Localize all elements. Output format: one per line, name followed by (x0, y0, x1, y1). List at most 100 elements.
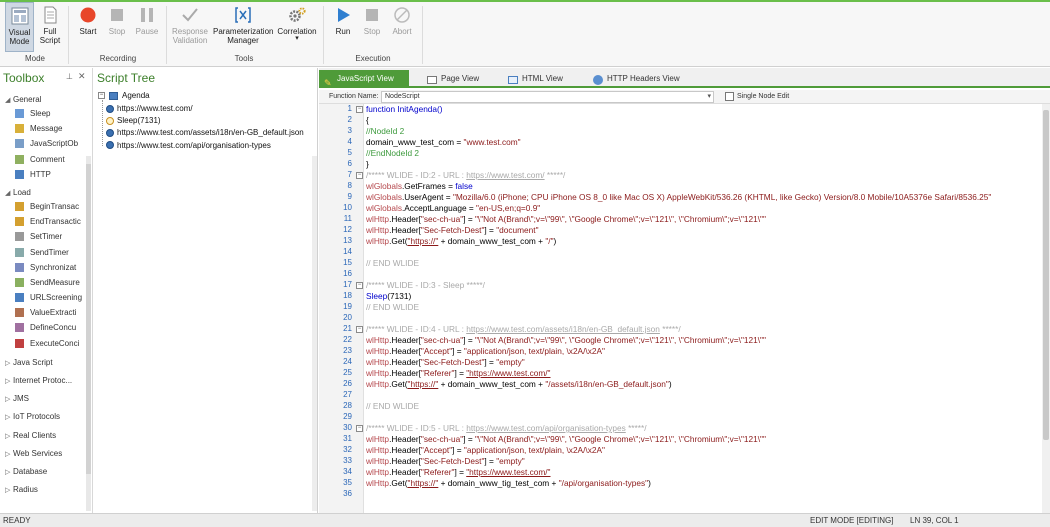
line-number: 21 (343, 324, 352, 333)
toolbox-item-icon (15, 109, 24, 118)
line-number: 30 (343, 423, 352, 432)
app-window: Visual Mode Full Script Mode Start Stop … (0, 0, 1050, 527)
tab-http-headers-view[interactable]: HTTP Headers View (591, 70, 691, 88)
toolbox-section[interactable]: ▷ Real Clients (0, 428, 92, 446)
visual-mode-label: Visual Mode (8, 28, 31, 46)
full-script-button[interactable]: Full Script (36, 2, 64, 52)
line-number: 17 (343, 280, 352, 289)
group-divider (422, 6, 423, 64)
collapsed-arrow-icon: ▷ (5, 432, 11, 440)
code-line: wlHttp.Header["sec-ch-ua"] = "\"Not A(Br… (366, 434, 766, 444)
toolbox-item[interactable]: ExecuteConci (0, 336, 92, 351)
editor-scroll-thumb[interactable] (1043, 110, 1049, 440)
abort-label: Abort (392, 27, 412, 36)
pause-record-button[interactable]: Pause (133, 2, 161, 52)
collapsed-arrow-icon: ▷ (5, 359, 11, 367)
correlation-button[interactable]: Correlation ▾ (275, 2, 319, 52)
tab-html-view[interactable]: HTML View (506, 70, 581, 88)
toolbox-item[interactable]: SendMeasure (0, 275, 92, 290)
code-line: /***** WLIDE - ID:4 - URL : https://www.… (366, 324, 681, 334)
checkmark-icon (180, 5, 200, 25)
abort-button[interactable]: Abort (388, 2, 416, 52)
script-tree-title-bar: Script Tree (94, 68, 317, 86)
code-editor[interactable]: 1 2 3 4 5 6 7 8 9 10 11 12 13 14 15 16 17 18 19 20 21 22 23 24 2… (319, 104, 1050, 513)
http-request-icon (106, 141, 114, 150)
variable-x-icon (233, 5, 253, 25)
toolbox-section[interactable]: ▷ Database (0, 464, 92, 482)
tree-node[interactable]: https://www.test.com/api/organisation-ty… (106, 141, 311, 150)
toolbox-section[interactable]: ▷ Radius (0, 482, 92, 500)
stop-record-button[interactable]: Stop (103, 2, 131, 52)
line-number: 28 (343, 401, 352, 410)
toolbox-item[interactable]: SendTimer (0, 245, 92, 260)
toolbox-item[interactable]: URLScreening (0, 290, 92, 305)
tree-node[interactable]: Sleep(7131) (106, 116, 311, 125)
collapse-toggle-icon[interactable]: − (98, 92, 105, 100)
toolbox-item[interactable]: SetTimer (0, 229, 92, 244)
fold-toggle-icon[interactable]: − (356, 326, 363, 333)
toolbox-item[interactable]: HTTP (0, 167, 92, 182)
toolbox-item-label: SendMeasure (30, 277, 80, 287)
close-icon[interactable]: ✕ (78, 71, 86, 82)
run-button[interactable]: Run (329, 2, 357, 52)
tab-javascript-view[interactable]: ✎ JavaScript View (319, 70, 409, 88)
function-name-select[interactable]: NodeScript ▾ (381, 91, 714, 103)
toolbox-item[interactable]: BeginTransac (0, 199, 92, 214)
stop-execution-button[interactable]: Stop (358, 2, 386, 52)
play-icon (333, 5, 353, 25)
tree-node[interactable]: https://www.test.com/ (106, 104, 311, 113)
toolbox-section-label: Real Clients (13, 430, 57, 440)
fold-toggle-icon[interactable]: − (356, 106, 363, 113)
html-icon (508, 76, 518, 84)
toolbox-item-icon (15, 154, 24, 164)
toolbox-item[interactable]: JavaScriptOb (0, 136, 92, 151)
toolbox-scroll-thumb[interactable] (86, 164, 91, 474)
line-number: 3 (347, 126, 352, 135)
line-number: 2 (347, 115, 352, 124)
toolbox-section-general[interactable]: ◢ General (0, 92, 92, 106)
toolbox-section[interactable]: ▷ Internet Protoc... (0, 373, 92, 391)
tree-node[interactable]: https://www.test.com/assets/i18n/en-GB_d… (106, 128, 311, 137)
toolbox-section[interactable]: ▷ Web Services (0, 446, 92, 464)
toolbox-item-label: DefineConcu (30, 323, 77, 333)
line-number: 29 (343, 412, 352, 421)
status-cursor-position: LN 39, COL 1 (910, 516, 959, 525)
fold-toggle-icon[interactable]: − (356, 282, 363, 289)
toolbox-item[interactable]: Message (0, 121, 92, 136)
toolbox-section-load[interactable]: ◢ Load (0, 185, 92, 199)
code-line: /***** WLIDE - ID:5 - URL : https://www.… (366, 423, 647, 433)
pin-icon[interactable]: ⊥ (66, 72, 73, 81)
tree-scrollbar[interactable] (312, 156, 317, 511)
single-node-edit-checkbox[interactable] (725, 92, 734, 101)
toolbox-section[interactable]: ▷ Java Script (0, 355, 92, 373)
toolbox-item-label: Synchronizat (30, 262, 77, 272)
toolbox-item[interactable]: Synchronizat (0, 260, 92, 275)
toolbox-item-icon (15, 169, 24, 179)
tab-page-view[interactable]: Page View (425, 70, 495, 88)
code-line: wlHttp.Header["Sec-Fetch-Dest"] = "empty… (366, 456, 525, 466)
toolbox-section[interactable]: ▷ JMS (0, 391, 92, 409)
code-line: /***** WLIDE - ID:3 - Sleep *****/ (366, 280, 485, 290)
toolbox-section[interactable]: ▷ IoT Protocols (0, 409, 92, 427)
toolbox-item[interactable]: Comment (0, 152, 92, 167)
line-number: 35 (343, 478, 352, 487)
response-validation-button[interactable]: Response Validation (168, 2, 212, 52)
toolbox-title: Toolbox (3, 71, 45, 85)
tree-root-agenda[interactable]: − Agenda (98, 91, 150, 100)
fold-toggle-icon[interactable]: − (356, 425, 363, 432)
code-line: wlHttp.Header["Sec-Fetch-Dest"] = "docum… (366, 225, 539, 235)
view-tabs: ✎ JavaScript View Page View HTML View HT… (319, 68, 1050, 88)
start-record-button[interactable]: Start (74, 2, 102, 52)
visual-mode-button[interactable]: Visual Mode (5, 2, 34, 52)
stop-icon (107, 5, 127, 25)
parameterization-manager-button[interactable]: Parameterization Manager (213, 2, 273, 52)
toolbox-item[interactable]: EndTransactic (0, 214, 92, 229)
toolbox-item[interactable]: Sleep (0, 106, 92, 121)
fold-toggle-icon[interactable]: − (356, 172, 363, 179)
code-line: // END WLIDE (366, 258, 420, 268)
editor-scrollbar[interactable] (1042, 104, 1050, 513)
toolbox-item-icon (15, 323, 24, 333)
toolbox-item[interactable]: ValueExtracti (0, 305, 92, 320)
toolbox-item[interactable]: DefineConcu (0, 320, 92, 335)
code-line: wlGlobals.GetFrames = false (366, 181, 473, 191)
